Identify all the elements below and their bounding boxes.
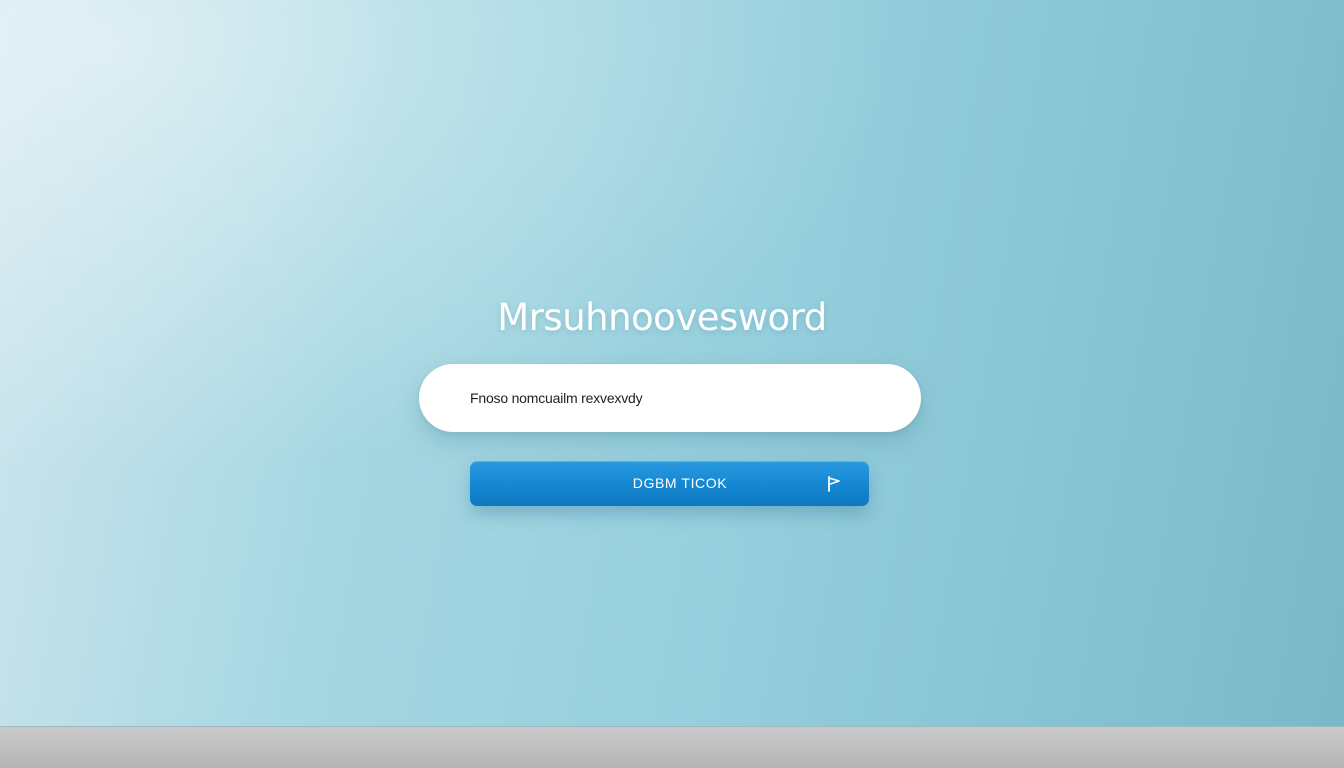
flag-icon — [825, 475, 843, 493]
floor-strip — [0, 726, 1344, 768]
page-title: Mrsuhnoovesword — [497, 296, 827, 339]
submit-button[interactable]: DGBM TICOK — [470, 461, 869, 506]
login-panel: Mrsuhnoovesword Fnoso nomcuailm rexvexvd… — [0, 0, 1344, 726]
input-value: Fnoso nomcuailm rexvexvdy — [470, 390, 643, 406]
text-input-field[interactable]: Fnoso nomcuailm rexvexvdy — [419, 364, 921, 432]
